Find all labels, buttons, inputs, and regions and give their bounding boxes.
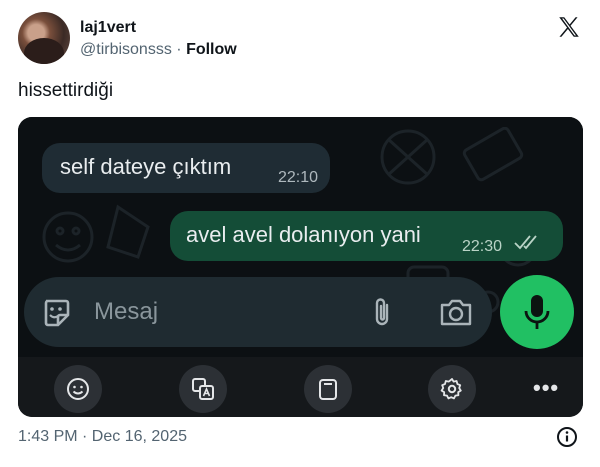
author-handle-line: @tirbisonsss · Follow (80, 41, 237, 59)
x-logo-icon[interactable] (556, 14, 582, 40)
microphone-icon (524, 295, 550, 329)
incoming-message-bubble[interactable]: self dateye çıktım 22:10 (42, 143, 330, 193)
translate-button[interactable] (179, 365, 227, 413)
emoji-icon (67, 378, 89, 400)
sticker-icon[interactable] (40, 297, 72, 329)
gear-icon (440, 378, 462, 400)
tweet-media-image[interactable]: self dateye çıktım 22:10 avel avel dolan… (18, 117, 583, 417)
message-time: 22:10 (278, 169, 319, 186)
message-text: self dateye çıktım (60, 154, 232, 179)
author-display-name[interactable]: laj1vert (80, 19, 136, 37)
author-handle[interactable]: @tirbisonsss (80, 41, 172, 58)
camera-icon[interactable] (439, 297, 473, 327)
follow-button[interactable]: Follow (186, 41, 237, 58)
message-text: avel avel dolanıyon yani (186, 222, 421, 247)
tweet-text: hissettirdiği (18, 80, 114, 101)
message-time: 22:30 (462, 238, 503, 255)
tweet-timestamp[interactable]: 1:43 PM · Dec 16, 2025 (18, 428, 187, 446)
emoji-button[interactable] (54, 365, 102, 413)
avatar[interactable] (18, 12, 70, 64)
separator-dot: · (176, 41, 182, 58)
tweet-header: laj1vert @tirbisonsss · Follow (18, 12, 582, 68)
outgoing-message-bubble[interactable]: avel avel dolanıyon yani 22:30 (170, 211, 563, 261)
paperclip-icon[interactable] (370, 295, 394, 329)
info-icon[interactable] (556, 426, 578, 448)
clipboard-button[interactable] (304, 365, 352, 413)
message-input[interactable]: Mesaj (94, 298, 158, 326)
message-composer[interactable]: Mesaj (24, 277, 492, 347)
clipboard-icon (319, 379, 337, 400)
read-ticks-icon (514, 235, 537, 250)
voice-record-button[interactable] (500, 275, 574, 349)
settings-button[interactable] (428, 365, 476, 413)
keyboard-toolbar: ••• (18, 357, 583, 417)
more-icon[interactable]: ••• (533, 375, 559, 401)
translate-icon (192, 378, 214, 400)
